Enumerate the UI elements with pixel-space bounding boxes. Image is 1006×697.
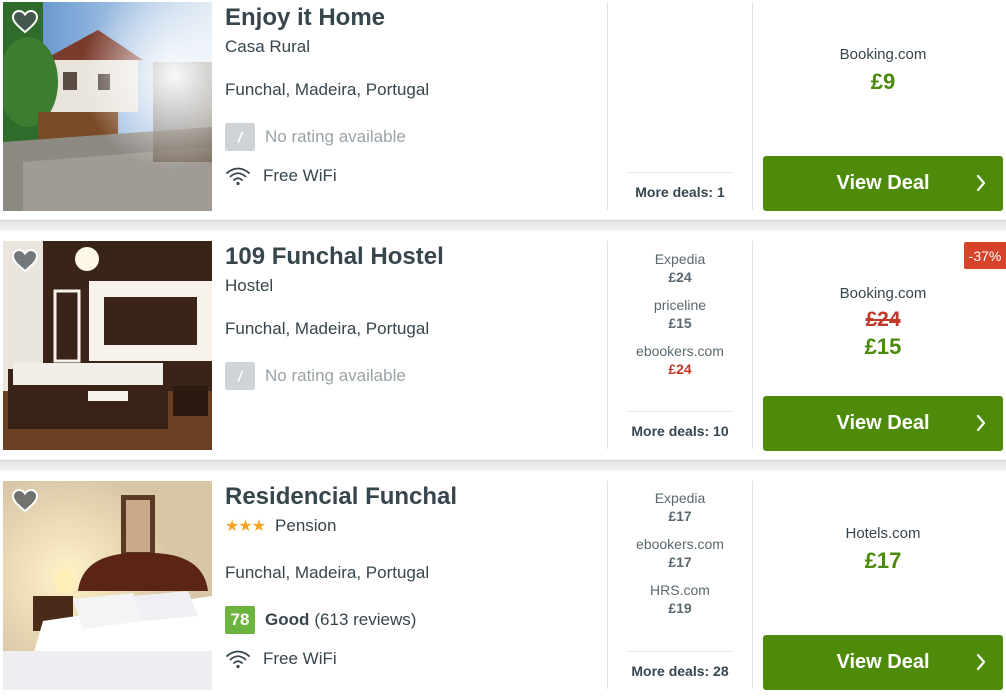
alternative-site: ebookers.com — [636, 343, 724, 359]
alternative-deals: Expedia £17 ebookers.com £17 HRS.com £19 — [608, 490, 752, 628]
rating-row: / No rating available — [225, 361, 406, 391]
view-deal-label: View Deal — [836, 651, 930, 673]
alternative-price: £17 — [668, 554, 692, 570]
view-deal-button[interactable]: View Deal — [763, 635, 1003, 690]
card-separator — [0, 460, 1006, 471]
card-separator — [0, 220, 1006, 231]
alternative-price: £24 — [668, 361, 692, 377]
alternative-price: £15 — [668, 315, 692, 331]
alternative-site: Expedia — [654, 251, 706, 267]
more-deals-link[interactable]: More deals: 10 — [628, 411, 732, 439]
main-deal-price: £17 — [864, 548, 902, 573]
alternative-price: £24 — [668, 269, 692, 285]
review-count: (613 reviews) — [314, 610, 417, 629]
accommodation-type-row: Hostel — [225, 275, 273, 297]
rating-score-badge: 78 — [225, 606, 255, 634]
alternative-price: £17 — [668, 508, 692, 524]
rating-label: Good — [265, 610, 310, 629]
hotel-card: Residencial Funchal ★★★ Pension Funchal,… — [0, 479, 1006, 697]
rating-row[interactable]: 78 Good (613 reviews) — [225, 605, 416, 635]
rating-text: No rating available — [265, 366, 406, 385]
discount-badge: -37% — [964, 242, 1006, 269]
amenity-label: Free WiFi — [263, 649, 337, 668]
alternative-deal[interactable]: ebookers.com £24 — [608, 343, 752, 378]
more-deals-link[interactable]: More deals: 1 — [628, 172, 732, 200]
accommodation-type: Pension — [275, 516, 337, 535]
alternative-deals: Expedia £24 priceline £15 ebookers.com £… — [608, 251, 752, 389]
alternative-deal[interactable]: priceline £15 — [608, 297, 752, 332]
alternative-deal[interactable]: Expedia £17 — [608, 490, 752, 525]
heart-icon[interactable] — [12, 249, 38, 273]
star-rating: ★★★ — [225, 518, 266, 535]
view-deal-button[interactable]: View Deal — [763, 156, 1003, 211]
amenity-wifi: Free WiFi — [225, 164, 337, 188]
hotel-name[interactable]: 109 Funchal Hostel — [225, 243, 444, 271]
hotel-photo[interactable] — [3, 241, 212, 450]
hotel-photo[interactable] — [3, 2, 212, 211]
main-deal-site: Booking.com — [839, 46, 927, 63]
original-price: £24 — [865, 308, 901, 331]
rating-text: No rating available — [265, 127, 406, 146]
more-deals-link[interactable]: More deals: 28 — [628, 651, 732, 679]
main-deal: Hotels.com £17 — [763, 525, 1003, 574]
rating-score-badge: / — [225, 123, 255, 151]
amenity-wifi: Free WiFi — [225, 647, 337, 671]
alternative-price: £19 — [668, 600, 692, 616]
divider — [607, 2, 608, 210]
wifi-icon — [226, 650, 250, 669]
alternative-deal[interactable]: ebookers.com £17 — [608, 536, 752, 571]
wifi-icon — [226, 167, 250, 186]
main-deal: Booking.com £24 £15 — [763, 285, 1003, 360]
hotel-location: Funchal, Madeira, Portugal — [225, 80, 430, 99]
accommodation-type: Hostel — [225, 276, 274, 295]
accommodation-type-row: ★★★ Pension — [225, 515, 336, 537]
hotel-name[interactable]: Enjoy it Home — [225, 4, 385, 32]
main-deal: Booking.com £9 — [763, 46, 1003, 95]
hotel-location: Funchal, Madeira, Portugal — [225, 319, 430, 338]
amenity-label: Free WiFi — [263, 166, 337, 185]
alternative-deal[interactable]: Expedia £24 — [608, 251, 752, 286]
rating-row: / No rating available — [225, 122, 406, 152]
rating-score-badge: / — [225, 362, 255, 390]
divider — [752, 241, 753, 449]
alternative-site: priceline — [653, 297, 707, 313]
alternative-deal[interactable]: HRS.com £19 — [608, 582, 752, 617]
view-deal-button[interactable]: View Deal — [763, 396, 1003, 451]
divider — [752, 481, 753, 689]
view-deal-label: View Deal — [836, 172, 930, 194]
accommodation-type-row: Casa Rural — [225, 36, 310, 58]
hotel-name[interactable]: Residencial Funchal — [225, 483, 457, 511]
hotel-card: Enjoy it Home Casa Rural Funchal, Madeir… — [0, 0, 1006, 218]
heart-icon[interactable] — [12, 10, 38, 34]
hotel-location: Funchal, Madeira, Portugal — [225, 563, 430, 582]
hotel-photo[interactable] — [3, 481, 212, 690]
chevron-right-icon — [976, 653, 986, 671]
alternative-site: ebookers.com — [636, 536, 724, 552]
heart-icon[interactable] — [12, 489, 38, 513]
view-deal-label: View Deal — [836, 412, 930, 434]
main-deal-site: Booking.com — [839, 285, 927, 302]
accommodation-type: Casa Rural — [225, 37, 311, 56]
main-deal-price: £15 — [864, 334, 902, 359]
divider — [752, 2, 753, 210]
hotel-card: 109 Funchal Hostel Hostel Funchal, Madei… — [0, 239, 1006, 457]
alternative-site: Expedia — [654, 490, 706, 506]
alternative-site: HRS.com — [650, 582, 710, 598]
main-deal-price: £9 — [870, 69, 896, 94]
main-deal-site: Hotels.com — [845, 525, 921, 542]
chevron-right-icon — [976, 414, 986, 432]
chevron-right-icon — [976, 174, 986, 192]
